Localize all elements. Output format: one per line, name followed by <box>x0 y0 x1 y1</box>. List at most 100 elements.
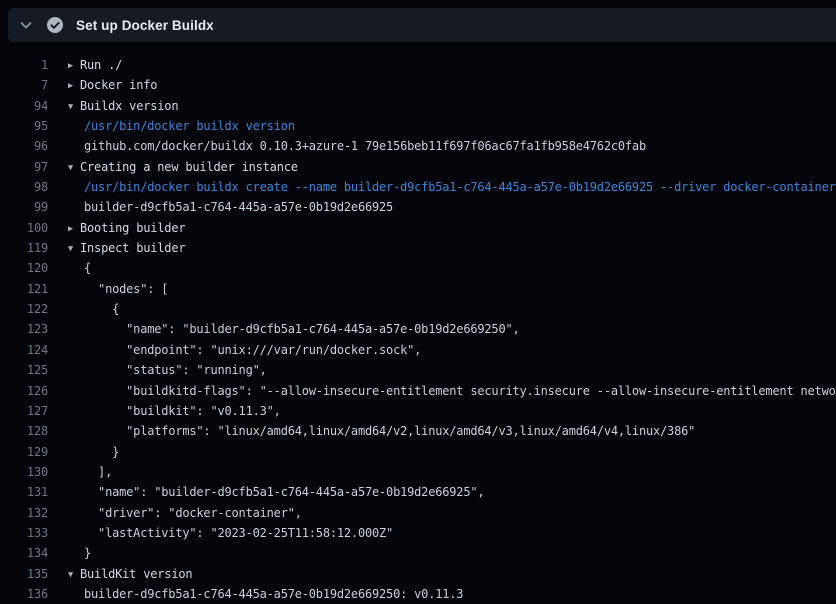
line-text: } <box>48 442 836 462</box>
triangle-right-icon: ▶ <box>68 56 80 75</box>
log-line: 95 /usr/bin/docker buildx version <box>0 116 836 136</box>
line-number[interactable]: 136 <box>0 584 48 604</box>
line-number[interactable]: 126 <box>0 381 48 401</box>
line-number[interactable]: 131 <box>0 482 48 502</box>
triangle-down-icon: ▼ <box>68 239 80 258</box>
log-group-toggle[interactable]: ▶Booting builder <box>48 218 836 238</box>
line-number[interactable]: 94 <box>0 96 48 116</box>
line-number[interactable]: 97 <box>0 157 48 177</box>
log-area: 1 ▶Run ./ 7 ▶Docker info 94 ▼Buildx vers… <box>0 55 836 604</box>
line-number[interactable]: 121 <box>0 279 48 299</box>
line-number[interactable]: 125 <box>0 360 48 380</box>
log-line: 96 github.com/docker/buildx 0.10.3+azure… <box>0 136 836 156</box>
check-circle-icon <box>46 16 64 34</box>
line-number[interactable]: 127 <box>0 401 48 421</box>
group-label: Buildx version <box>80 99 178 113</box>
line-number[interactable]: 98 <box>0 177 48 197</box>
triangle-right-icon: ▶ <box>68 219 80 238</box>
log-line: 132 "driver": "docker-container", <box>0 503 836 523</box>
log-line: 120 { <box>0 258 836 278</box>
line-text: github.com/docker/buildx 0.10.3+azure-1 … <box>48 136 836 156</box>
triangle-down-icon: ▼ <box>68 158 80 177</box>
line-text: "endpoint": "unix:///var/run/docker.sock… <box>48 340 836 360</box>
group-label: Creating a new builder instance <box>80 160 298 174</box>
log-line: 1 ▶Run ./ <box>0 55 836 75</box>
log-line: 134 } <box>0 543 836 563</box>
line-number[interactable]: 120 <box>0 258 48 278</box>
line-number[interactable]: 129 <box>0 442 48 462</box>
line-number[interactable]: 128 <box>0 421 48 441</box>
line-number[interactable]: 99 <box>0 197 48 217</box>
line-text: /usr/bin/docker buildx version <box>48 116 836 136</box>
log-line: 124 "endpoint": "unix:///var/run/docker.… <box>0 340 836 360</box>
step-header[interactable]: Set up Docker Buildx <box>8 8 836 42</box>
line-text: ], <box>48 462 836 482</box>
log-line: 97 ▼Creating a new builder instance <box>0 157 836 177</box>
line-number[interactable]: 134 <box>0 543 48 563</box>
line-number[interactable]: 96 <box>0 136 48 156</box>
log-line: 135 ▼BuildKit version <box>0 564 836 584</box>
line-text: { <box>48 299 836 319</box>
triangle-down-icon: ▼ <box>68 565 80 584</box>
line-text: "platforms": "linux/amd64,linux/amd64/v2… <box>48 421 836 441</box>
line-number[interactable]: 133 <box>0 523 48 543</box>
group-label: Booting builder <box>80 221 185 235</box>
line-number[interactable]: 122 <box>0 299 48 319</box>
line-number[interactable]: 100 <box>0 218 48 238</box>
group-label: Run ./ <box>80 58 122 72</box>
actions-log-viewer: Set up Docker Buildx 1 ▶Run ./ 7 ▶Docker… <box>0 0 836 604</box>
line-number[interactable]: 123 <box>0 319 48 339</box>
step-title: Set up Docker Buildx <box>76 18 214 33</box>
log-group-toggle[interactable]: ▼Buildx version <box>48 96 836 116</box>
group-label: Inspect builder <box>80 241 185 255</box>
log-line: 100 ▶Booting builder <box>0 218 836 238</box>
log-line: 119 ▼Inspect builder <box>0 238 836 258</box>
line-number[interactable]: 95 <box>0 116 48 136</box>
log-line: 126 "buildkitd-flags": "--allow-insecure… <box>0 381 836 401</box>
log-line: 125 "status": "running", <box>0 360 836 380</box>
log-line: 98 /usr/bin/docker buildx create --name … <box>0 177 836 197</box>
line-text: "nodes": [ <box>48 279 836 299</box>
log-line: 121 "nodes": [ <box>0 279 836 299</box>
log-group-toggle[interactable]: ▶Run ./ <box>48 55 836 75</box>
log-line: 133 "lastActivity": "2023-02-25T11:58:12… <box>0 523 836 543</box>
line-text: "name": "builder-d9cfb5a1-c764-445a-a57e… <box>48 482 836 502</box>
log-line: 99 builder-d9cfb5a1-c764-445a-a57e-0b19d… <box>0 197 836 217</box>
triangle-right-icon: ▶ <box>68 76 80 95</box>
log-line: 127 "buildkit": "v0.11.3", <box>0 401 836 421</box>
log-line: 129 } <box>0 442 836 462</box>
line-text: "driver": "docker-container", <box>48 503 836 523</box>
triangle-down-icon: ▼ <box>68 97 80 116</box>
line-number[interactable]: 124 <box>0 340 48 360</box>
line-text: builder-d9cfb5a1-c764-445a-a57e-0b19d2e6… <box>48 584 836 604</box>
log-group-toggle[interactable]: ▼Creating a new builder instance <box>48 157 836 177</box>
group-label: Docker info <box>80 78 157 92</box>
line-number[interactable]: 135 <box>0 564 48 584</box>
line-text: builder-d9cfb5a1-c764-445a-a57e-0b19d2e6… <box>48 197 836 217</box>
group-label: BuildKit version <box>80 567 192 581</box>
line-text: } <box>48 543 836 563</box>
line-text: "buildkit": "v0.11.3", <box>48 401 836 421</box>
log-line: 7 ▶Docker info <box>0 75 836 95</box>
log-group-toggle[interactable]: ▼BuildKit version <box>48 564 836 584</box>
line-text: /usr/bin/docker buildx create --name bui… <box>48 177 836 197</box>
log-line: 122 { <box>0 299 836 319</box>
log-line: 130 ], <box>0 462 836 482</box>
chevron-down-icon[interactable] <box>14 13 38 37</box>
line-text: "status": "running", <box>48 360 836 380</box>
log-line: 123 "name": "builder-d9cfb5a1-c764-445a-… <box>0 319 836 339</box>
line-text: "name": "builder-d9cfb5a1-c764-445a-a57e… <box>48 319 836 339</box>
log-line: 94 ▼Buildx version <box>0 96 836 116</box>
line-number[interactable]: 130 <box>0 462 48 482</box>
log-line: 128 "platforms": "linux/amd64,linux/amd6… <box>0 421 836 441</box>
log-line: 131 "name": "builder-d9cfb5a1-c764-445a-… <box>0 482 836 502</box>
line-number[interactable]: 119 <box>0 238 48 258</box>
log-group-toggle[interactable]: ▶Docker info <box>48 75 836 95</box>
log-group-toggle[interactable]: ▼Inspect builder <box>48 238 836 258</box>
line-text: "buildkitd-flags": "--allow-insecure-ent… <box>48 381 836 401</box>
line-number[interactable]: 132 <box>0 503 48 523</box>
line-number[interactable]: 1 <box>0 55 48 75</box>
line-number[interactable]: 7 <box>0 75 48 95</box>
log-line: 136 builder-d9cfb5a1-c764-445a-a57e-0b19… <box>0 584 836 604</box>
line-text: { <box>48 258 836 278</box>
